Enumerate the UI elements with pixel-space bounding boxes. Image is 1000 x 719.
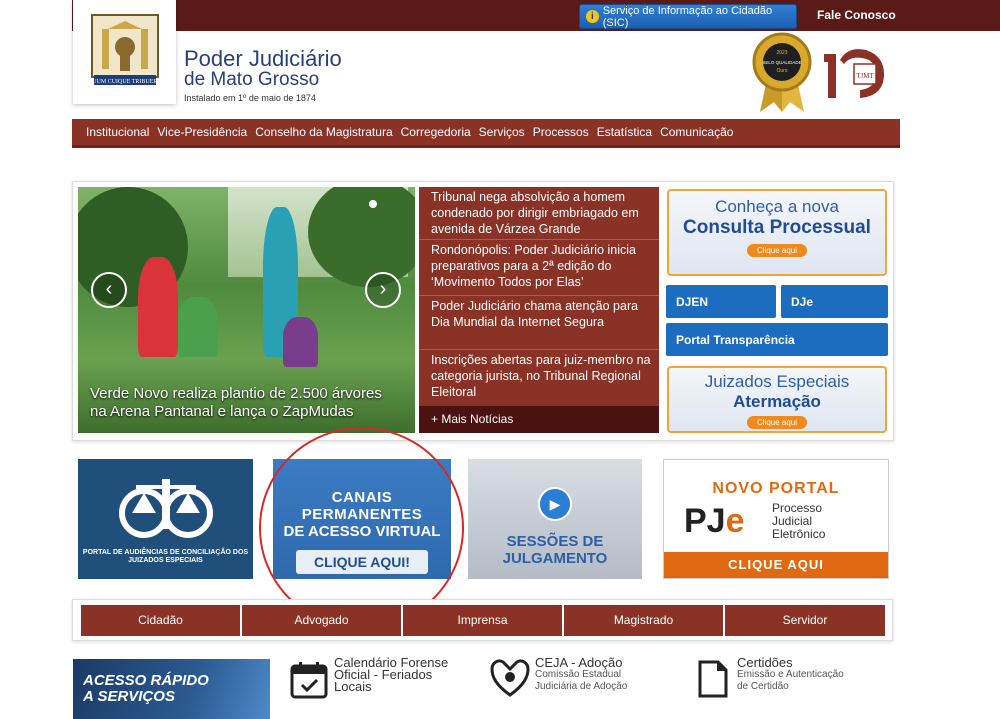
heart-hands-icon[interactable] (490, 657, 530, 699)
audience-magistrado[interactable]: Magistrado (564, 605, 723, 636)
slider-next-button[interactable]: › (365, 272, 401, 308)
menu-item-conselho[interactable]: Conselho da Magistratura (255, 125, 392, 139)
ceja-adocao-link[interactable]: CEJA - Adoção Comissão Estadual Judiciár… (535, 655, 628, 693)
audience-cidadao[interactable]: Cidadão (81, 605, 240, 636)
caption-line1: Verde Novo realiza plantio de 2.500 árvo… (90, 385, 382, 402)
audience-imprensa[interactable]: Imprensa (403, 605, 562, 636)
certidoes-link[interactable]: Certidões Emissão e Autenticação de Cert… (737, 655, 844, 693)
juizados-especiais-banner[interactable]: Juizados Especiais Atermação Clique aqui (667, 366, 887, 433)
more-news-link[interactable]: + Mais Notícias (419, 406, 659, 433)
menu-item-servicos[interactable]: Serviços (479, 125, 525, 139)
title-line2: de Mato Grosso (184, 69, 320, 90)
calendar-icon[interactable] (290, 661, 328, 699)
cp-line1: Conheça a nova (715, 197, 839, 216)
calendario-title3: Locais (334, 679, 372, 694)
cp-button[interactable]: Clique aqui (746, 244, 808, 257)
logo-150-anos: TJMT (818, 40, 893, 106)
svg-text:SUUM CUIQUE TRIBUERE: SUUM CUIQUE TRIBUERE (88, 79, 161, 85)
certidoes-sub2: de Certidão (737, 681, 789, 692)
pje-banner[interactable]: NOVO PORTAL PJe Processo Judicial Eletrô… (663, 459, 889, 579)
menu-item-estatistica[interactable]: Estatística (597, 125, 652, 139)
je-button[interactable]: Clique aqui (746, 416, 808, 429)
news-item[interactable]: Poder Judiciário chama atenção para Dia … (419, 296, 659, 350)
consulta-processual-banner[interactable]: Conheça a nova Consulta Processual Cliqu… (667, 189, 887, 276)
djen-button[interactable]: DJEN (666, 285, 776, 318)
cp-line2: Consulta Processual (683, 217, 871, 238)
150-anniversary-icon: TJMT (824, 49, 884, 98)
main-menu: Institucional Vice-Presidência Conselho … (72, 119, 900, 148)
slider-prev-button[interactable]: ‹ (91, 272, 127, 308)
fale-conosco-link[interactable]: Fale Conosco (817, 8, 896, 22)
quick-line1: ACESSO RÁPIDO (83, 672, 209, 689)
je-line2: Atermação (733, 392, 821, 411)
caption-line2: na Arena Pantanal e lança o ZapMudas (90, 403, 354, 420)
news-list: Tribunal nega absolvição a homem condena… (419, 187, 659, 433)
tjmt-logo[interactable]: SUUM CUIQUE TRIBUERE (73, 0, 176, 104)
news-slider[interactable]: ‹ › Verde Novo realiza plantio de 2.500 … (78, 187, 415, 433)
logo150-text: TJMT (856, 72, 874, 80)
pje-desc3: Eletrônico (772, 527, 826, 541)
transparencia-button[interactable]: Portal Transparência (666, 323, 888, 356)
ceja-sub1: Comissão Estadual (535, 669, 622, 680)
seal-year: 2023 (776, 50, 787, 56)
menu-item-corregedoria[interactable]: Corregedoria (401, 125, 471, 139)
site-title[interactable]: Poder Judiciário de Mato Grosso Instalad… (184, 46, 342, 104)
pje-e: e (725, 502, 745, 540)
certidoes-sub1: Emissão e Autenticação (737, 669, 844, 680)
slider-dot[interactable] (369, 200, 377, 208)
ceja-sub2: Judiciária de Adoção (535, 681, 628, 692)
title-line1: Poder Judiciário (184, 46, 342, 71)
quick-line2: A SERVIÇOS (83, 688, 175, 705)
scales-icon (118, 479, 213, 538)
certidoes-title: Certidões (737, 655, 793, 670)
info-icon: i (586, 10, 599, 23)
quality-seal: 2023 SELO QUALIDADE Ouro (752, 32, 812, 116)
menu-item-institucional[interactable]: Institucional (86, 125, 149, 139)
menu-item-comunicacao[interactable]: Comunicação (660, 125, 733, 139)
slider-person (283, 317, 318, 367)
pje-clique-button[interactable]: CLIQUE AQUI (664, 552, 888, 578)
je-line1: Juizados Especiais (704, 372, 850, 391)
dje-button[interactable]: DJe (781, 285, 888, 318)
acesso-rapido-banner: ACESSO RÁPIDO A SERVIÇOS (73, 659, 270, 719)
news-item[interactable]: Tribunal nega absolvição a homem condena… (419, 187, 659, 240)
slider-person (178, 297, 218, 357)
gold-seal-icon: 2023 SELO QUALIDADE Ouro (752, 32, 812, 112)
document-icon[interactable] (698, 660, 728, 698)
pje-pj: PJ (684, 502, 726, 540)
seal-text: SELO QUALIDADE (762, 60, 801, 65)
menu-item-processos[interactable]: Processos (533, 125, 589, 139)
pje-logo: PJe (684, 502, 745, 541)
sessoes-julgamento-banner[interactable]: ▶ SESSÕES DE JULGAMENTO (468, 459, 642, 579)
slider-person (138, 257, 178, 357)
play-icon: ▶ (538, 487, 572, 521)
coat-of-arms-icon: SUUM CUIQUE TRIBUERE (88, 14, 161, 85)
audiencias-caption: PORTAL DE AUDIÊNCIAS DE CONCILIAÇÃO DOS … (82, 549, 249, 564)
sic-label: Serviço de Informação ao Cidadão (SIC) (602, 4, 773, 29)
b3-text: SESSÕES DE JULGAMENTO (502, 533, 608, 567)
audience-advogado[interactable]: Advogado (242, 605, 401, 636)
audience-servidor[interactable]: Servidor (725, 605, 885, 636)
ceja-title: CEJA - Adoção (535, 655, 623, 670)
audiencias-banner[interactable]: PORTAL DE AUDIÊNCIAS DE CONCILIAÇÃO DOS … (78, 459, 253, 579)
menu-item-vice-presidencia[interactable]: Vice-Presidência (157, 125, 247, 139)
slider-caption[interactable]: Verde Novo realiza plantio de 2.500 árvo… (90, 385, 382, 421)
news-item[interactable]: Inscrições abertas para juiz-membro na c… (419, 350, 659, 406)
b4-title: NOVO PORTAL (712, 480, 840, 497)
title-line3: Instalado em 1º de maio de 1874 (184, 93, 316, 103)
calendario-link[interactable]: Calendário Forense Oficial - Feriados Lo… (334, 656, 448, 694)
news-item[interactable]: Rondonópolis: Poder Judiciário inicia pr… (419, 240, 659, 296)
seal-grade: Ouro (776, 68, 787, 74)
pje-description: Processo Judicial Eletrônico (772, 502, 825, 541)
sic-button[interactable]: i Serviço de Informação ao Cidadão (SIC) (579, 4, 797, 29)
